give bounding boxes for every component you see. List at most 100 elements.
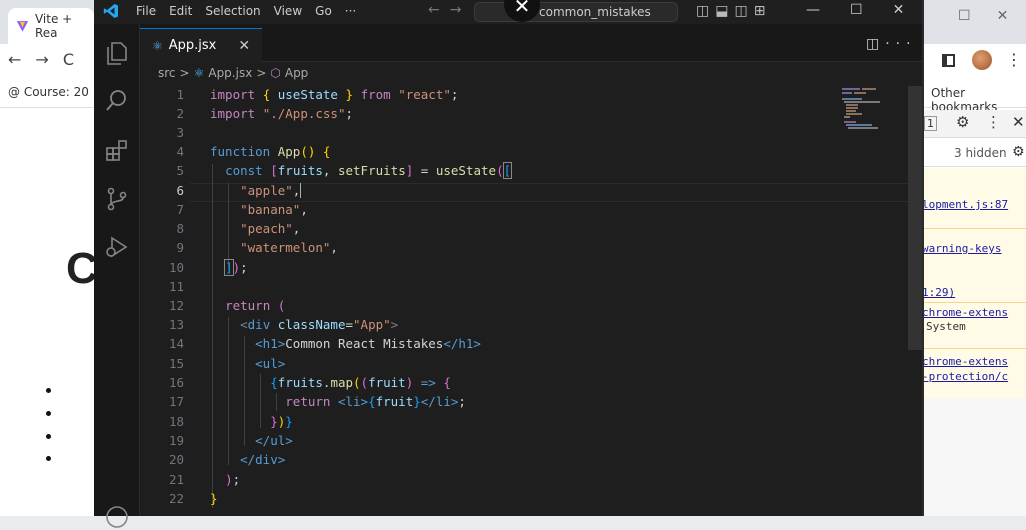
console-link[interactable]: 1:29) <box>922 286 955 299</box>
close-icon[interactable]: ✕ <box>997 8 1026 24</box>
browser-tab-title: Vite + Rea <box>34 12 73 40</box>
console-link[interactable]: chrome-extens <box>922 306 1008 319</box>
console-divider <box>922 348 1026 349</box>
forward-arrow-icon[interactable]: → <box>450 2 472 18</box>
code-line[interactable]: function App() { <box>210 144 330 159</box>
menu-more[interactable]: ··· <box>345 4 356 18</box>
browser-window-controls[interactable]: ☐✕ <box>958 8 1026 24</box>
window-border <box>922 0 924 516</box>
code-line[interactable]: <div className="App"> <box>210 317 398 332</box>
code-line[interactable]: ); <box>210 472 240 487</box>
menu-edit[interactable]: Edit <box>169 4 192 18</box>
browser-nav-buttons[interactable]: ←→C <box>8 50 88 69</box>
code-line[interactable]: } <box>210 491 218 506</box>
breadcrumb: src > ⚛ App.jsx > ⬡ App <box>158 66 308 80</box>
line-number: 15 <box>168 356 184 371</box>
line-number: 13 <box>168 317 184 332</box>
window-controls[interactable]: — ☐ ✕ <box>806 2 904 18</box>
console-link[interactable]: warning-keys <box>922 242 1001 255</box>
side-panel-icon[interactable] <box>942 54 955 67</box>
run-debug-icon[interactable] <box>104 234 130 260</box>
console-divider <box>922 228 1026 229</box>
toggle-panel-icon[interactable]: ⬓ <box>715 3 734 19</box>
more-actions-icon[interactable]: ··· <box>885 36 916 52</box>
menu-go[interactable]: Go <box>315 4 332 18</box>
breadcrumb-symbol[interactable]: App <box>285 66 308 80</box>
editor-scrollbar[interactable] <box>908 86 922 350</box>
line-number: 3 <box>176 125 184 140</box>
code-line[interactable]: import "./App.css"; <box>210 106 353 121</box>
code-line[interactable]: "peach", <box>210 221 300 236</box>
minimize-icon[interactable]: — <box>806 2 820 18</box>
breadcrumb-folder[interactable]: src <box>158 66 176 80</box>
more-vert-icon[interactable]: ⋮ <box>986 113 1001 131</box>
menu-bar: File Edit Selection View Go ··· <box>136 4 369 18</box>
history-nav[interactable]: ←→ <box>428 2 471 18</box>
avatar[interactable] <box>972 50 992 70</box>
back-arrow-icon[interactable]: ← <box>428 2 450 18</box>
breadcrumb-file[interactable]: App.jsx <box>208 66 252 80</box>
breadcrumb-separator: > <box>179 66 190 80</box>
source-control-icon[interactable] <box>104 186 130 212</box>
toggle-sidebar-icon[interactable]: ◫ <box>696 3 715 19</box>
code-line-active[interactable]: "apple", <box>210 183 302 198</box>
extensions-icon[interactable] <box>104 138 130 164</box>
close-icon[interactable]: ✕ <box>1012 113 1025 131</box>
issues-counter[interactable]: 1 <box>924 116 937 131</box>
more-vert-icon[interactable]: ⋮ <box>1006 50 1022 69</box>
bookmark-item[interactable]: @ Course: 20 <box>8 85 89 99</box>
console-link[interactable]: -protection/c <box>922 370 1008 383</box>
gear-icon[interactable]: ⚙ <box>1012 144 1025 160</box>
search-icon[interactable] <box>104 88 130 114</box>
code-line[interactable]: </div> <box>210 452 285 467</box>
code-line[interactable]: return <li>{fruit}</li>; <box>210 394 466 409</box>
menu-view[interactable]: View <box>274 4 302 18</box>
code-line[interactable]: ]); <box>210 259 248 276</box>
code-line[interactable]: <h1>Common React Mistakes</h1> <box>210 336 481 351</box>
browser-page-content <box>0 109 94 516</box>
reload-icon[interactable]: C <box>63 50 88 69</box>
toggle-secondary-sidebar-icon[interactable]: ◫ <box>734 3 753 19</box>
code-line[interactable]: import { useState } from "react"; <box>210 87 458 102</box>
editor-actions[interactable]: ◫··· <box>866 36 917 52</box>
line-number: 5 <box>176 163 184 178</box>
split-editor-icon[interactable]: ◫ <box>866 36 885 52</box>
line-number: 1 <box>176 87 184 102</box>
accounts-icon[interactable] <box>104 504 130 530</box>
line-number: 17 <box>168 394 184 409</box>
line-number: 12 <box>168 298 184 313</box>
maximize-icon[interactable]: ☐ <box>850 2 863 18</box>
react-icon: ⚛ <box>193 66 205 80</box>
code-line[interactable]: <ul> <box>210 356 285 371</box>
layout-controls[interactable]: ◫⬓◫⊞ <box>696 3 771 19</box>
forward-arrow-icon[interactable]: → <box>35 50 62 69</box>
menu-selection[interactable]: Selection <box>205 4 260 18</box>
browser-tab[interactable]: Vite + Rea <box>8 8 94 44</box>
code-line[interactable]: </ul> <box>210 433 293 448</box>
console-link[interactable]: lopment.js:87 <box>922 198 1008 211</box>
code-line[interactable]: const [fruits, setFruits] = useState([ <box>210 162 513 179</box>
code-line[interactable]: return ( <box>210 298 285 313</box>
console-link[interactable]: chrome-extens <box>922 355 1008 368</box>
minimap[interactable] <box>840 86 906 136</box>
maximize-icon[interactable]: ☐ <box>958 8 997 24</box>
close-tab-icon[interactable]: ✕ <box>238 38 250 54</box>
tab-label: App.jsx <box>168 38 217 53</box>
code-line[interactable]: {fruits.map((fruit) => { <box>210 375 451 390</box>
indent-guide <box>244 336 245 446</box>
line-number: 10 <box>168 260 184 275</box>
console-divider <box>922 302 1026 303</box>
close-icon[interactable]: ✕ <box>893 2 905 18</box>
menu-file[interactable]: File <box>136 4 156 18</box>
gear-icon[interactable]: ⚙ <box>956 113 969 131</box>
code-line[interactable]: "watermelon", <box>210 240 338 255</box>
tab-app-jsx[interactable]: ⚛ App.jsx ✕ <box>140 28 262 62</box>
code-line[interactable]: })} <box>210 414 293 429</box>
back-arrow-icon[interactable]: ← <box>8 50 35 69</box>
explorer-icon[interactable] <box>104 40 130 66</box>
code-line[interactable]: "banana", <box>210 202 308 217</box>
console-empty-area <box>922 398 1026 516</box>
hidden-messages-count[interactable]: 3 hidden <box>954 146 1007 160</box>
customize-layout-icon[interactable]: ⊞ <box>754 3 772 19</box>
console-text: System <box>926 320 966 333</box>
